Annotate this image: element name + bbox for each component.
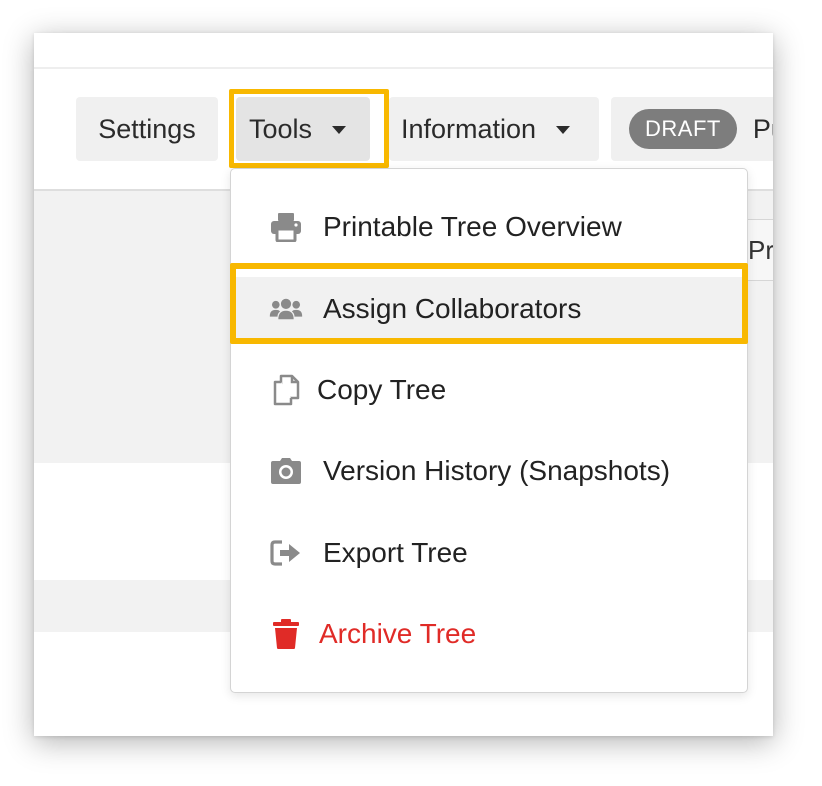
menu-item-archive-tree[interactable]: Archive Tree [231, 602, 747, 666]
chevron-down-icon [556, 126, 571, 134]
tools-button-label: Tools [249, 113, 313, 144]
users-icon [269, 292, 303, 326]
menu-item-label: Assign Collaborators [323, 293, 582, 324]
menu-item-printable-tree-overview[interactable]: Printable Tree Overview [231, 195, 747, 259]
menu-item-label: Archive Tree [319, 618, 477, 649]
information-button-label: Information [401, 113, 537, 144]
menu-item-assign-collaborators[interactable]: Assign Collaborators [231, 277, 747, 341]
background-field-label: Pr [748, 235, 773, 265]
information-dropdown-button[interactable]: Information [389, 97, 599, 161]
menu-item-copy-tree[interactable]: Copy Tree [231, 358, 747, 422]
menu-item-export-tree[interactable]: Export Tree [231, 521, 747, 585]
menu-item-label: Version History (Snapshots) [323, 455, 671, 486]
copy-icon [269, 373, 303, 407]
tools-dropdown-button[interactable]: Tools [236, 97, 370, 161]
trash-icon [269, 617, 303, 651]
settings-button-label: Settings [98, 113, 196, 144]
menu-item-version-history[interactable]: Version History (Snapshots) [231, 439, 747, 503]
settings-button[interactable]: Settings [76, 97, 218, 161]
printer-icon [269, 210, 303, 244]
app-window: Settings Tools Information DRAFT Pu Pr [34, 33, 773, 736]
tools-dropdown-menu: Printable Tree Overview Assign Collabora… [230, 168, 748, 693]
camera-icon [269, 454, 303, 488]
export-icon [269, 536, 303, 570]
publish-button[interactable]: DRAFT Pu [611, 97, 773, 161]
menu-item-label: Copy Tree [317, 374, 447, 405]
menu-item-label: Export Tree [323, 537, 468, 568]
publish-button-label: Pu [752, 113, 773, 144]
draft-status-badge: DRAFT [629, 109, 737, 149]
top-divider [34, 67, 773, 69]
chevron-down-icon [332, 126, 347, 134]
menu-item-label: Printable Tree Overview [323, 211, 622, 242]
